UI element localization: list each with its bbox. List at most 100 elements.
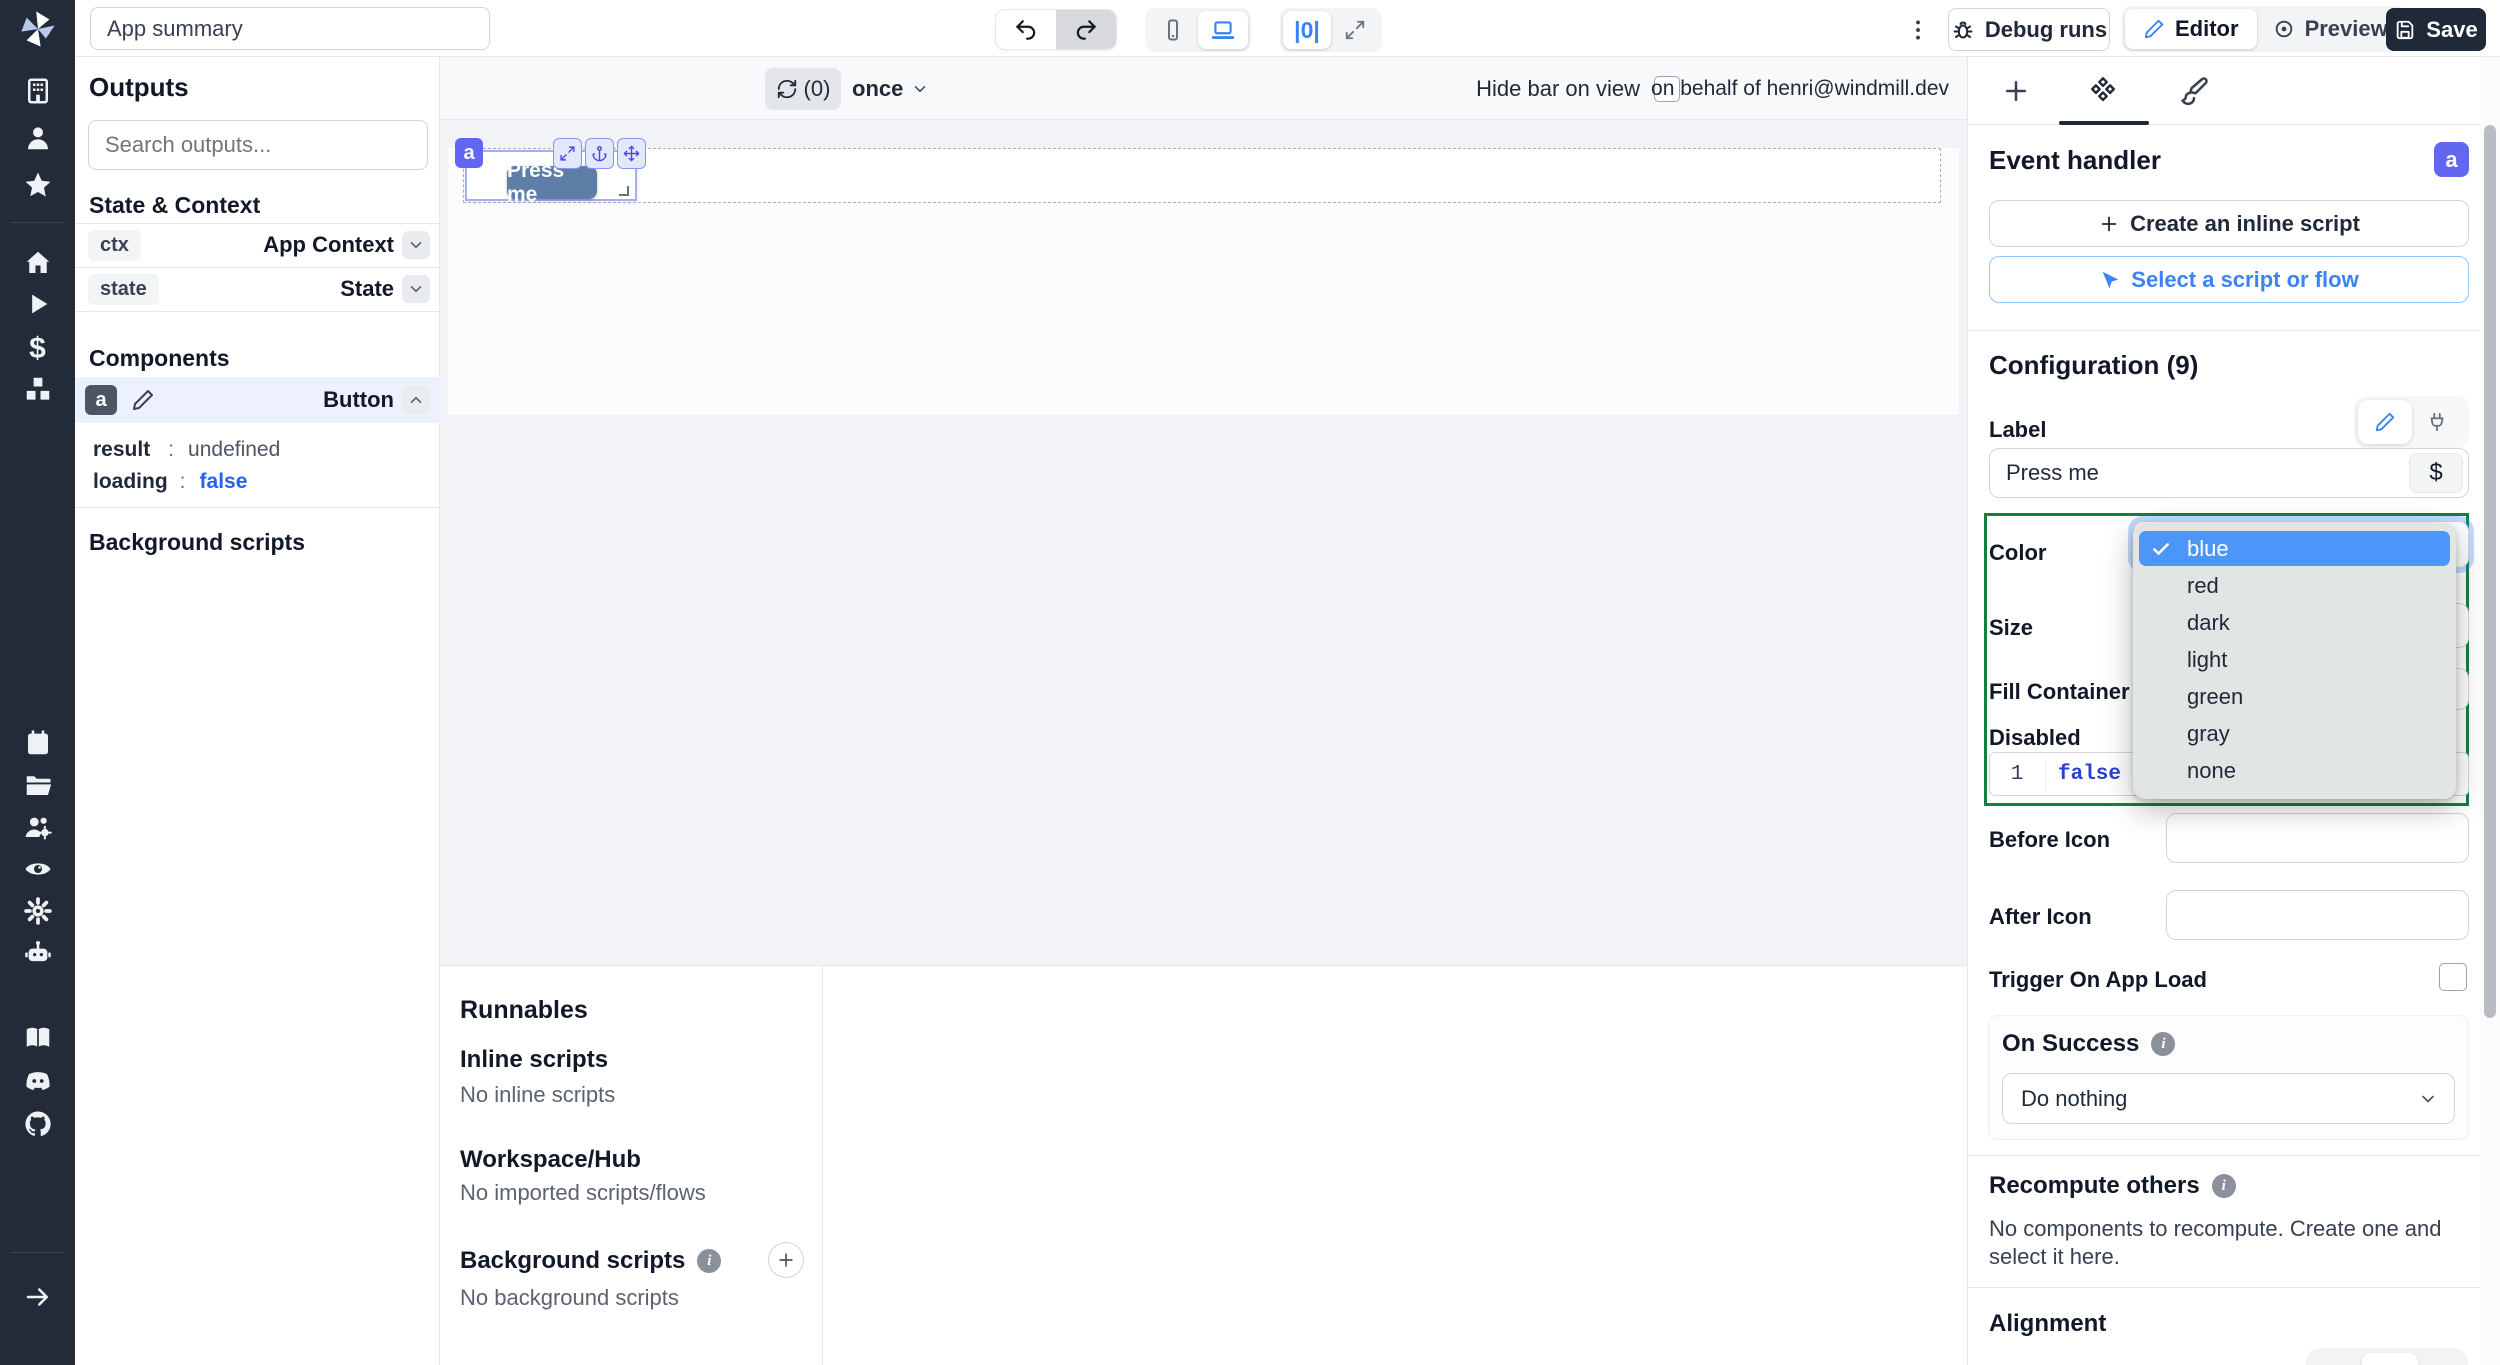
- windmill-logo-icon[interactable]: [0, 8, 75, 50]
- sidebar-collapse-arrow-icon[interactable]: [0, 1282, 75, 1312]
- alignment-active-segment[interactable]: [2362, 1353, 2418, 1365]
- sidebar-item-home[interactable]: [0, 248, 75, 278]
- gutter-divider: [2045, 757, 2046, 793]
- component-row-button[interactable]: a Button: [75, 377, 440, 423]
- sidebar-item-github[interactable]: [0, 1109, 75, 1139]
- tab-component-settings[interactable]: [2083, 71, 2123, 111]
- add-background-script-button[interactable]: [768, 1242, 804, 1278]
- sidebar-item-schedules[interactable]: [0, 728, 75, 758]
- after-icon-input[interactable]: [2166, 890, 2469, 940]
- sidebar-item-audit[interactable]: [0, 854, 75, 884]
- tab-insert-component[interactable]: [1996, 71, 2036, 111]
- create-inline-script-label: Create an inline script: [2130, 210, 2360, 236]
- template-dollar-button[interactable]: $: [2409, 453, 2463, 493]
- dropdown-option-label: light: [2187, 646, 2228, 672]
- anchor-component-button[interactable]: [585, 138, 614, 169]
- dropdown-option-gray[interactable]: gray: [2139, 716, 2450, 751]
- dropdown-option-label: green: [2187, 683, 2244, 709]
- background-scripts-title: Background scripts: [460, 1247, 686, 1274]
- resize-handle[interactable]: [619, 186, 629, 196]
- select-script-or-flow-button[interactable]: Select a script or flow: [1989, 256, 2469, 303]
- workspace-hub-empty: No imported scripts/flows: [460, 1180, 706, 1205]
- sidebar-item-settings[interactable]: [0, 896, 75, 926]
- on-success-value: Do nothing: [2021, 1085, 2128, 1111]
- on-success-select[interactable]: Do nothing: [2002, 1073, 2455, 1124]
- runnables-title: Runnables: [460, 996, 588, 1024]
- save-button[interactable]: Save: [2386, 8, 2486, 51]
- press-me-button[interactable]: Press me: [507, 159, 597, 206]
- center-canvas-button[interactable]: |0|: [1283, 11, 1331, 49]
- after-icon-field-name: After Icon: [1989, 904, 2092, 929]
- move-component-button[interactable]: [617, 138, 646, 169]
- debug-runs-button[interactable]: Debug runs: [1948, 8, 2110, 51]
- before-icon-input[interactable]: [2166, 813, 2469, 863]
- dropdown-option-red[interactable]: red: [2139, 568, 2450, 603]
- dropdown-option-blue[interactable]: blue: [2139, 531, 2450, 566]
- sidebar-item-variables[interactable]: $: [0, 332, 75, 366]
- prop-value: undefined: [188, 438, 281, 461]
- kebab-menu-icon[interactable]: [1900, 12, 1936, 48]
- sidebar-item-runs[interactable]: [0, 290, 75, 318]
- desktop-view-button[interactable]: [1198, 11, 1248, 49]
- search-outputs-input[interactable]: [88, 120, 428, 170]
- preview-tab[interactable]: Preview: [2257, 9, 2404, 49]
- sidebar-item-groups[interactable]: [0, 812, 75, 842]
- app-summary-input[interactable]: [90, 7, 490, 50]
- dropdown-option-green[interactable]: green: [2139, 679, 2450, 714]
- state-row[interactable]: state State: [75, 267, 440, 311]
- alignment-title: Alignment: [1989, 1310, 2107, 1337]
- undo-button[interactable]: [996, 10, 1056, 49]
- dropdown-option-none[interactable]: none: [2139, 753, 2450, 788]
- sidebar-item-favorites[interactable]: [0, 170, 75, 200]
- editor-preview-toggle: Editor Preview: [2122, 6, 2407, 52]
- select-script-or-flow-label: Select a script or flow: [2131, 266, 2359, 292]
- panel-scrollbar[interactable]: [2480, 57, 2500, 1365]
- components-icon: [2091, 77, 2115, 102]
- ctx-expand-chevron-icon[interactable]: [402, 231, 430, 259]
- dropdown-option-light[interactable]: light: [2139, 642, 2450, 677]
- grid-row-outline: [463, 148, 1941, 203]
- dropdown-option-label: dark: [2187, 609, 2230, 635]
- expand-component-button[interactable]: [553, 138, 582, 169]
- tab-styling[interactable]: [2174, 71, 2214, 111]
- disabled-field-name: Disabled: [1989, 725, 2081, 750]
- ctx-row[interactable]: ctx App Context: [75, 223, 440, 267]
- run-frequency-dropdown[interactable]: once: [852, 68, 929, 110]
- recompute-others-title: Recompute others: [1989, 1172, 2200, 1199]
- redo-button[interactable]: [1056, 10, 1116, 49]
- dropdown-option-dark[interactable]: dark: [2139, 605, 2450, 640]
- refresh-runnables-button[interactable]: (0): [765, 68, 841, 110]
- editor-tab[interactable]: Editor: [2125, 9, 2257, 49]
- create-inline-script-button[interactable]: Create an inline script: [1989, 200, 2469, 247]
- sidebar-item-folders[interactable]: [0, 770, 75, 800]
- fullscreen-canvas-button[interactable]: [1331, 11, 1379, 49]
- label-value-input[interactable]: [1989, 448, 2469, 498]
- plug-icon: [2430, 412, 2444, 432]
- hide-bar-label: Hide bar on view: [1476, 76, 1640, 101]
- prop-value: false: [199, 470, 248, 493]
- connect-plug-button[interactable]: [2412, 400, 2462, 444]
- components-title: Components: [89, 345, 230, 371]
- sidebar-item-ai[interactable]: [0, 938, 75, 968]
- canvas: (0) once Hide bar on view on behalf of h…: [440, 57, 1967, 1365]
- before-icon-field-name: Before Icon: [1989, 827, 2111, 852]
- mobile-view-button[interactable]: [1148, 11, 1198, 49]
- sidebar-item-resources[interactable]: [0, 374, 75, 404]
- color-field-name: Color: [1989, 540, 2047, 565]
- sidebar-item-discord[interactable]: [0, 1066, 75, 1096]
- rename-component-pen-icon[interactable]: [131, 388, 155, 412]
- color-dropdown-menu: blue red dark light green gray none: [2133, 523, 2456, 799]
- static-edit-pen-button[interactable]: [2358, 400, 2412, 444]
- sidebar-item-docs[interactable]: [0, 1023, 75, 1053]
- prop-colon: :: [179, 470, 186, 493]
- sidebar-item-workspace[interactable]: [0, 76, 75, 106]
- code-value: false: [2058, 762, 2122, 786]
- sidebar-item-user[interactable]: [0, 123, 75, 153]
- alignment-control[interactable]: [2306, 1348, 2468, 1365]
- scrollbar-thumb[interactable]: [2484, 125, 2496, 1018]
- state-expand-chevron-icon[interactable]: [402, 275, 430, 303]
- state-context-title: State & Context: [89, 192, 261, 218]
- trigger-on-app-load-checkbox[interactable]: [2439, 963, 2467, 991]
- component-collapse-chevron-icon[interactable]: [402, 386, 430, 414]
- component-id-tag[interactable]: a: [455, 138, 483, 168]
